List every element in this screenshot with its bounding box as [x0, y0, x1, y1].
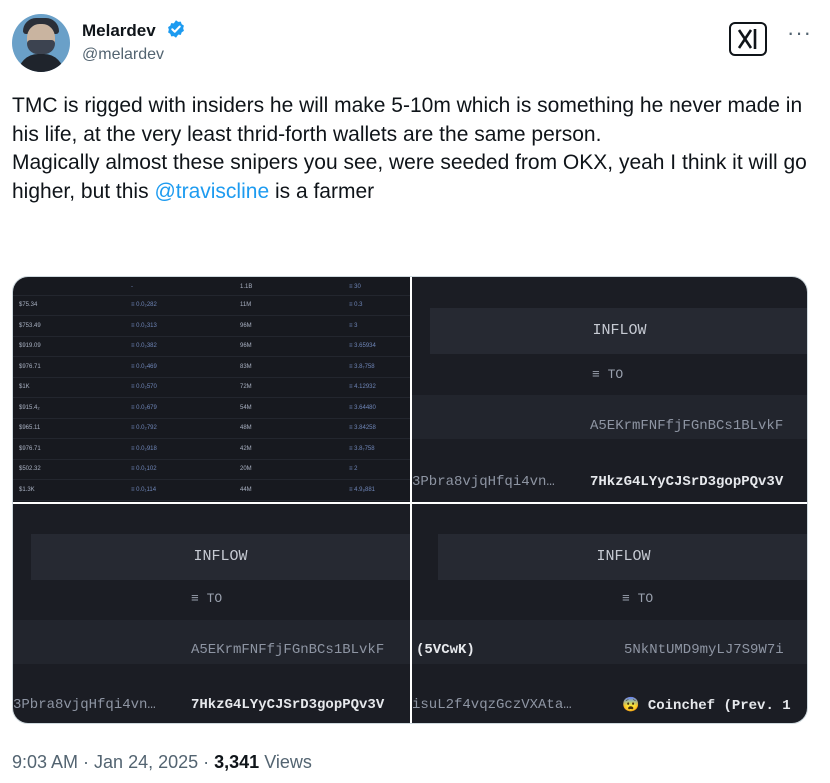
table-row: $965.11 ≡ 0.0₂792 48M ≡ 3.84258 [13, 418, 410, 439]
table-cell: ≡ 0.0₂792 [131, 425, 157, 431]
to-label: ≡ TO [622, 591, 654, 606]
avatar-body [18, 54, 64, 72]
tweet-paragraph-1: TMC is rigged with insiders he will make… [12, 94, 803, 146]
address-left: isuL2f4vqzGczVXAta… [412, 697, 572, 713]
separator: · [198, 752, 215, 772]
verified-badge-icon [168, 20, 185, 38]
table-cell: ≡ 0.0₂282 [131, 302, 157, 308]
media-image-table[interactable]: - 1.1B ≡ 30 $75.34 ≡ 0.0₂282 11M ≡ 0.3 $753.… [13, 277, 410, 502]
table-cell: 54M [240, 404, 252, 411]
table-cell: ≡ 4.12932 [349, 384, 376, 390]
table-cell: ≡ 0.0₂313 [131, 322, 157, 329]
table-cell: ≡ 4.9₈881 [349, 486, 376, 493]
table-cell: 42M [240, 445, 252, 452]
inflow-header: INFLOW [31, 534, 410, 580]
table-cell: ≡ 3.8₇758 [349, 445, 375, 452]
table-cell: ≡ 3.84258 [349, 425, 376, 431]
table-cell: ≡ 2 [349, 466, 358, 472]
address-top: A5EKrmFNFfjFGnBCs1BLvkF [590, 418, 784, 434]
avatar-mask [27, 40, 55, 54]
author-name[interactable]: Melardev [82, 21, 156, 40]
tweet-header: Melardev @melardev ··· [12, 12, 818, 76]
avatar[interactable] [12, 14, 70, 72]
table-cell: - [131, 284, 133, 290]
address-right: 😨 Coinchef (Prev. 1 [622, 698, 791, 714]
table-cell: ≡ 30 [349, 284, 361, 290]
table-cell: $1K [19, 384, 30, 390]
to-label: ≡ TO [191, 591, 223, 606]
table-cell: ≡ 0.0₂918 [131, 445, 157, 452]
table-header-row: - 1.1B ≡ 30 [13, 277, 410, 296]
mention-link[interactable]: @traviscline [154, 180, 269, 203]
media-grid[interactable]: - 1.1B ≡ 30 $75.34 ≡ 0.0₂282 11M ≡ 0.3 $753.… [12, 276, 808, 724]
views-label: Views [259, 752, 312, 772]
table-cell: ≡ 3.64480 [349, 404, 376, 411]
table-cell: $965.11 [19, 425, 41, 431]
views-count: 3,341 [214, 752, 260, 772]
table-cell: $919.09 [19, 343, 41, 349]
tweet-time[interactable]: 9:03 AM [12, 752, 78, 772]
inflow-header: INFLOW [430, 308, 807, 354]
table-cell: ≡ 3.8₇758 [349, 363, 375, 370]
inflow-header: INFLOW [438, 534, 807, 580]
author-name-row[interactable]: Melardev [82, 19, 186, 41]
table-cell: ≡ 3.65934 [349, 343, 376, 349]
table-cell: ≡ 0.0₁102 [131, 466, 157, 472]
address-left: 3Pbra8vjqHfqi4vn… [412, 474, 555, 490]
table-cell: 44M [240, 486, 252, 493]
table-row: $976.71 ≡ 0.0₂918 42M ≡ 3.8₇758 [13, 439, 410, 460]
table-cell: 20M [240, 466, 252, 472]
table-cell: $1.3K [19, 486, 35, 493]
table-cell: ≡ 3 [349, 322, 358, 329]
address-top: A5EKrmFNFfjFGnBCs1BLvkF [191, 642, 385, 658]
address-left: 3Pbra8vjqHfqi4vn… [13, 697, 156, 713]
to-label: ≡ TO [592, 367, 624, 382]
table-cell: 1.1B [240, 284, 253, 290]
table-cell: 48M [240, 425, 252, 431]
tweet-text-part: is a farmer [269, 179, 375, 203]
table-row: $915.4₂ ≡ 0.0₂679 54M ≡ 3.64480 [13, 398, 410, 419]
table-cell: $915.4₂ [19, 404, 40, 411]
table-cell: ≡ 0.0₂570 [131, 384, 157, 390]
address-right: 7HkzG4LYyCJSrD3gopPQv3V [191, 697, 385, 713]
tweet-text-part: Magically almost these snipers you see, … [12, 151, 807, 203]
address-top-right: 5NkNtUMD9myLJ7S9W7i [624, 642, 784, 658]
author-handle[interactable]: @melardev [82, 46, 164, 64]
table-row: $502.32 ≡ 0.0₁102 20M ≡ 2 [13, 459, 410, 480]
table-row: $976.71 ≡ 0.0₂469 83M ≡ 3.8₇758 [13, 357, 410, 378]
tweet-footer: 9:03 AM · Jan 24, 2025 · 3,341 Views [12, 752, 312, 773]
address-right: 7HkzG4LYyCJSrD3gopPQv3V [590, 474, 784, 490]
table-cell: 11M [240, 302, 252, 308]
media-image-inflow-3[interactable]: INFLOW ≡ TO (5VCwK) 5NkNtUMD9myLJ7S9W7i … [412, 504, 807, 723]
table-cell: ≡ 0.0₂469 [131, 363, 157, 370]
table-cell: $976.71 [19, 445, 41, 452]
address-top-left: (5VCwK) [416, 642, 475, 658]
tweet-paragraph-2: Magically almost these snipers you see, … [12, 149, 812, 206]
table-row: $753.49 ≡ 0.0₂313 96M ≡ 3 [13, 316, 410, 337]
table-row: $919.09 ≡ 0.0₂382 96M ≡ 3.65934 [13, 336, 410, 357]
more-icon[interactable]: ··· [787, 20, 812, 46]
table-cell: 96M [240, 343, 252, 349]
table-cell: 72M [240, 384, 252, 390]
table-cell: ≡ 0.0₁114 [131, 486, 157, 493]
grok-icon[interactable] [729, 22, 767, 56]
separator: · [78, 752, 95, 772]
media-image-inflow-2[interactable]: INFLOW ≡ TO A5EKrmFNFfjFGnBCs1BLvkF 3Pbr… [13, 504, 410, 723]
table-cell: $753.49 [19, 322, 41, 329]
tweet-text: TMC is rigged with insiders he will make… [12, 92, 812, 206]
table-row: $75.34 ≡ 0.0₂282 11M ≡ 0.3 [13, 295, 410, 316]
tweet-date[interactable]: Jan 24, 2025 [94, 752, 198, 772]
table-row: $1.3K ≡ 0.0₁114 44M ≡ 4.9₈881 [13, 480, 410, 501]
table-cell: $976.71 [19, 363, 41, 370]
table-cell: 83M [240, 363, 252, 370]
table-cell: 96M [240, 322, 252, 329]
table-cell: ≡ 0.0₂679 [131, 404, 157, 411]
table-row: $1K ≡ 0.0₂570 72M ≡ 4.12932 [13, 377, 410, 398]
media-image-inflow-1[interactable]: INFLOW ≡ TO A5EKrmFNFfjFGnBCs1BLvkF 3Pbr… [412, 277, 807, 502]
table-cell: $502.32 [19, 466, 41, 472]
table-cell: ≡ 0.0₂382 [131, 343, 157, 349]
table-cell: ≡ 0.3 [349, 302, 363, 308]
table-cell: $75.34 [19, 302, 38, 308]
